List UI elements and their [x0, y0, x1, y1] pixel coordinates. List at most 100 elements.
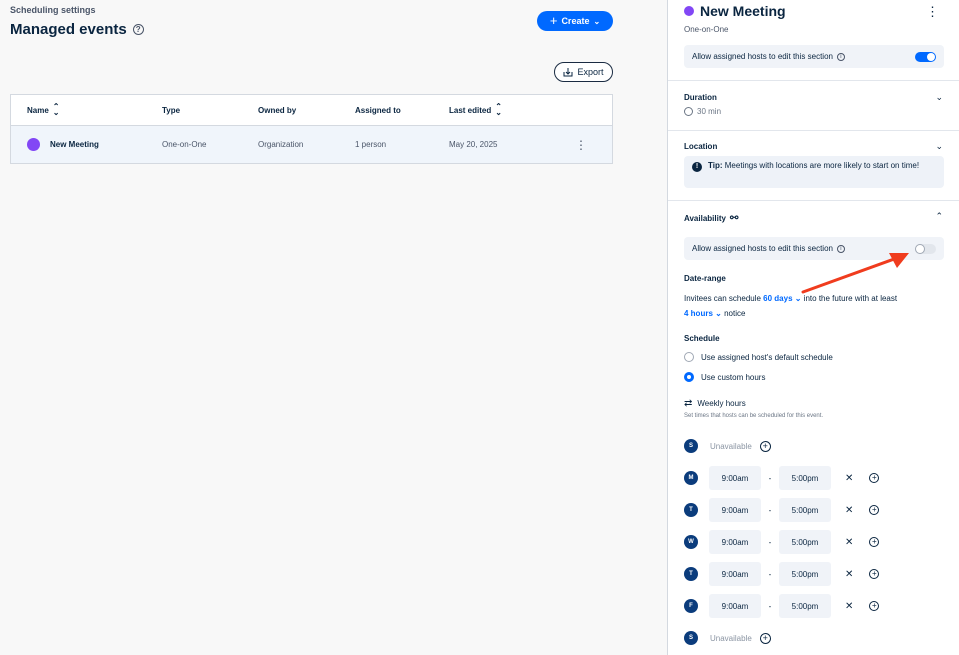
row-owned-by: Organization: [258, 140, 304, 149]
row-assigned-to: 1 person: [355, 140, 387, 149]
days-dropdown[interactable]: 60 days ⌄: [763, 294, 801, 303]
header-last-edited[interactable]: Last edited ⌃ ⌄: [449, 102, 559, 117]
add-icon[interactable]: +: [869, 473, 880, 483]
schedule-option-custom[interactable]: Use custom hours: [684, 372, 765, 382]
add-icon[interactable]: +: [869, 601, 880, 611]
add-icon[interactable]: +: [869, 537, 880, 547]
remove-icon[interactable]: ✕: [845, 505, 853, 516]
panel-header: New Meeting: [684, 3, 786, 19]
add-icon[interactable]: +: [869, 505, 880, 515]
availability-title[interactable]: Availability ⚯: [684, 213, 738, 224]
sort-icon: ⌃ ⌄: [495, 102, 502, 117]
start-time-input[interactable]: 9:00am: [709, 594, 761, 618]
day-badge: W: [684, 535, 698, 549]
schedule-option-label: Use custom hours: [701, 372, 766, 382]
allow-hosts-edit-row: Allow assigned hosts to edit this sectio…: [684, 45, 944, 68]
start-time-input[interactable]: 9:00am: [709, 530, 761, 554]
day-badge: S: [684, 631, 698, 645]
location-title[interactable]: Location: [684, 142, 717, 151]
date-range-prefix: Invitees can schedule: [684, 294, 761, 303]
availability-allow-hosts-toggle[interactable]: [915, 244, 936, 254]
page-title-row: Managed events ?: [10, 21, 144, 38]
panel-more-icon[interactable]: ⋮: [926, 4, 939, 20]
weekly-hours-title: ⇄ Weekly hours: [684, 398, 746, 409]
row-last-edited: May 20, 2025: [449, 140, 498, 149]
end-time-input[interactable]: 5:00pm: [779, 562, 831, 586]
allow-hosts-label: Allow assigned hosts to edit this sectio…: [692, 52, 833, 61]
header-name-label: Name: [27, 105, 49, 115]
remove-icon[interactable]: ✕: [845, 569, 853, 580]
end-time-input[interactable]: 5:00pm: [779, 498, 831, 522]
day-badge: T: [684, 503, 698, 517]
event-color-dot: [27, 138, 40, 151]
info-icon[interactable]: i: [836, 52, 845, 61]
notice-line: 4 hours ⌄ notice: [684, 309, 745, 318]
location-tip: ! Tip: Meetings with locations are more …: [684, 156, 944, 188]
start-time-input[interactable]: 9:00am: [709, 498, 761, 522]
start-time-input[interactable]: 9:00am: [709, 562, 761, 586]
end-time-input[interactable]: 5:00pm: [779, 530, 831, 554]
unlock-icon: ⚯: [729, 213, 739, 224]
schedule-title: Schedule: [684, 334, 720, 343]
duration-title[interactable]: Duration: [684, 93, 717, 102]
radio-button-selected[interactable]: [684, 372, 694, 382]
start-time-input[interactable]: 9:00am: [709, 466, 761, 490]
divider: [668, 130, 959, 131]
header-name[interactable]: Name ⌃ ⌄: [11, 102, 162, 117]
add-icon[interactable]: +: [869, 569, 880, 579]
export-button[interactable]: Export: [554, 62, 613, 82]
day-row-monday: M 9:00am - 5:00pm ✕ +: [684, 466, 954, 490]
unavailable-label: Unavailable: [710, 441, 752, 451]
row-name: New Meeting: [50, 140, 99, 149]
schedule-option-default[interactable]: Use assigned host's default schedule: [684, 352, 833, 362]
panel-title: New Meeting: [700, 3, 786, 19]
help-icon[interactable]: ?: [132, 24, 144, 35]
header-owned-by: Owned by: [258, 105, 297, 115]
exclamation-icon: !: [692, 162, 702, 172]
radio-button[interactable]: [684, 352, 694, 362]
export-button-label: Export: [577, 67, 604, 77]
chevron-down-icon[interactable]: ⌄: [935, 141, 943, 152]
sort-icon: ⌃ ⌄: [52, 102, 60, 117]
day-badge: F: [684, 599, 698, 613]
create-button[interactable]: + Create ⌄: [537, 11, 613, 31]
notice-dropdown[interactable]: 4 hours ⌄: [684, 309, 722, 318]
header-assigned-to: Assigned to: [355, 105, 401, 115]
remove-icon[interactable]: ✕: [845, 537, 853, 548]
weekly-hours-label: Weekly hours: [697, 399, 746, 408]
add-hours-icon[interactable]: +: [759, 440, 771, 452]
notice-suffix: notice: [724, 309, 746, 318]
day-row-saturday: S Unavailable +: [684, 626, 954, 650]
allow-hosts-toggle[interactable]: [915, 52, 936, 62]
annotation-arrow: [801, 253, 909, 294]
add-hours-icon[interactable]: +: [759, 632, 771, 644]
date-range-title: Date-range: [684, 274, 726, 283]
chevron-down-icon: ⌄: [593, 16, 601, 26]
remove-icon[interactable]: ✕: [845, 601, 853, 612]
chevron-up-icon[interactable]: ⌃: [935, 211, 943, 222]
remove-icon[interactable]: ✕: [845, 473, 853, 484]
panel-subtitle: One-on-One: [684, 25, 729, 34]
row-more-icon[interactable]: ⋮: [559, 138, 609, 152]
breadcrumb[interactable]: Scheduling settings: [10, 5, 96, 15]
divider: [668, 80, 959, 81]
end-time-input[interactable]: 5:00pm: [779, 594, 831, 618]
header-type: Type: [162, 105, 181, 115]
day-row-sunday: S Unavailable +: [684, 434, 954, 458]
page-title: Managed events: [10, 21, 127, 38]
clock-icon: [684, 107, 693, 116]
row-type: One-on-One: [162, 140, 207, 149]
table-row[interactable]: New Meeting One-on-One Organization 1 pe…: [11, 126, 612, 163]
day-row-tuesday: T 9:00am - 5:00pm ✕ +: [684, 498, 954, 522]
day-row-thursday: T 9:00am - 5:00pm ✕ +: [684, 562, 954, 586]
end-time-input[interactable]: 5:00pm: [779, 466, 831, 490]
repeat-icon: ⇄: [684, 398, 693, 409]
days-value: 60 days: [763, 294, 793, 303]
chevron-down-icon[interactable]: ⌄: [935, 92, 943, 103]
day-badge: S: [684, 439, 698, 453]
day-badge: M: [684, 471, 698, 485]
duration-value: 30 min: [684, 107, 721, 116]
notice-value: 4 hours: [684, 309, 713, 318]
main-content: Scheduling settings Managed events ? + C…: [0, 0, 667, 655]
day-row-wednesday: W 9:00am - 5:00pm ✕ +: [684, 530, 954, 554]
